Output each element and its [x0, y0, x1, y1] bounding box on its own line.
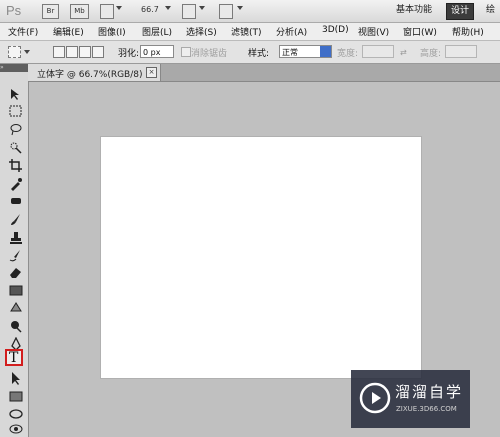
history-brush-tool-icon[interactable] [8, 248, 24, 262]
3d-orbit-tool-icon[interactable] [8, 422, 24, 436]
spot-healing-tool-icon[interactable] [8, 194, 24, 208]
height-label: 高度: [420, 49, 442, 59]
menu-bar: 文件(F) 编辑(E) 图像(I) 图层(L) 选择(S) 滤镜(T) 分析(A… [0, 23, 500, 41]
path-select-tool-icon[interactable] [8, 371, 24, 385]
menu-layer[interactable]: 图层(L) [142, 25, 172, 38]
style-label: 样式: [248, 49, 270, 59]
eyedropper-tool-icon[interactable] [8, 176, 24, 191]
options-bar: 羽化: 0 px 消除锯齿 样式: 正常 宽度: ⇄ 高度: [0, 41, 500, 64]
menu-file[interactable]: 文件(F) [8, 25, 38, 38]
document-canvas[interactable] [101, 137, 421, 378]
menu-edit[interactable]: 编辑(E) [53, 25, 84, 38]
chevron-down-icon[interactable] [165, 6, 171, 10]
chevron-down-icon[interactable] [116, 6, 122, 10]
menu-view[interactable]: 视图(V) [358, 25, 389, 38]
antialias-label: 消除锯齿 [191, 49, 228, 59]
workspace-essentials-button[interactable]: 基本功能 [392, 3, 436, 18]
subtract-from-selection-icon[interactable] [79, 46, 91, 58]
arrange-documents-button[interactable] [182, 4, 196, 19]
menu-filter[interactable]: 滤镜(T) [231, 25, 262, 38]
height-input[interactable] [445, 45, 477, 58]
intersect-selection-icon[interactable] [92, 46, 104, 58]
menu-window[interactable]: 窗口(W) [403, 25, 437, 38]
antialias-checkbox[interactable] [181, 47, 191, 57]
watermark-title: 溜溜自学 [395, 383, 464, 401]
bridge-button[interactable]: Br [42, 4, 59, 19]
menu-select[interactable]: 选择(S) [186, 25, 217, 38]
screen-mode-button[interactable] [219, 4, 233, 19]
new-selection-icon[interactable] [53, 46, 65, 58]
play-logo-icon [359, 382, 391, 414]
workspace-design-button[interactable]: 设计 [446, 3, 475, 20]
panel-collapse-icon[interactable]: » [0, 64, 28, 72]
blur-tool-icon[interactable] [8, 301, 24, 315]
lasso-tool-icon[interactable] [8, 122, 24, 136]
menu-help[interactable]: 帮助(H) [452, 25, 484, 38]
menu-analysis[interactable]: 分析(A) [276, 25, 307, 38]
workspace-painting-button[interactable]: 绘 [482, 3, 499, 18]
mini-bridge-button[interactable]: Mb [70, 4, 89, 19]
chevron-down-icon[interactable] [320, 46, 331, 57]
width-input[interactable] [362, 45, 394, 58]
document-tab-bar: 立体字 @ 66.7%(RGB/8) × [28, 64, 500, 82]
chevron-down-icon[interactable] [237, 6, 243, 10]
clone-stamp-tool-icon[interactable] [8, 230, 24, 244]
3d-rotate-tool-icon[interactable] [8, 407, 24, 421]
rect-marquee-tool-icon[interactable] [8, 104, 24, 118]
quick-select-tool-icon[interactable] [8, 140, 24, 154]
gradient-tool-icon[interactable] [8, 283, 24, 297]
tool-preset-icon[interactable] [8, 46, 21, 58]
type-tool-icon[interactable]: T [5, 349, 23, 366]
dodge-tool-icon[interactable] [8, 319, 24, 333]
move-tool-icon[interactable] [8, 87, 24, 101]
menu-3d[interactable]: 3D(D) [322, 25, 349, 35]
width-label: 宽度: [337, 49, 359, 59]
crop-tool-icon[interactable] [8, 158, 24, 172]
photoshop-logo: Ps [6, 3, 22, 18]
application-bar: Ps Br Mb 66.7 基本功能 设计 绘 [0, 0, 500, 23]
add-to-selection-icon[interactable] [66, 46, 78, 58]
feather-label: 羽化: [118, 49, 140, 59]
chevron-down-icon[interactable] [24, 50, 30, 54]
watermark-logo: 溜溜自学 ZIXUE.3D66.COM [351, 370, 470, 428]
view-extras-button[interactable] [100, 4, 114, 19]
close-icon[interactable]: × [146, 67, 157, 78]
brush-tool-icon[interactable] [8, 212, 24, 226]
rectangle-shape-tool-icon[interactable] [8, 389, 24, 403]
type-tool-label: T [9, 350, 19, 366]
feather-input[interactable]: 0 px [140, 45, 174, 58]
swap-icon[interactable]: ⇄ [400, 48, 407, 57]
document-tab[interactable]: 立体字 @ 66.7%(RGB/8) × [28, 64, 161, 81]
menu-image[interactable]: 图像(I) [98, 25, 126, 38]
watermark-url: ZIXUE.3D66.COM [396, 405, 457, 413]
document-tab-title: 立体字 @ 66.7%(RGB/8) [37, 70, 143, 80]
eraser-tool-icon[interactable] [8, 265, 24, 279]
zoom-level[interactable]: 66.7 [141, 5, 159, 14]
chevron-down-icon[interactable] [199, 6, 205, 10]
